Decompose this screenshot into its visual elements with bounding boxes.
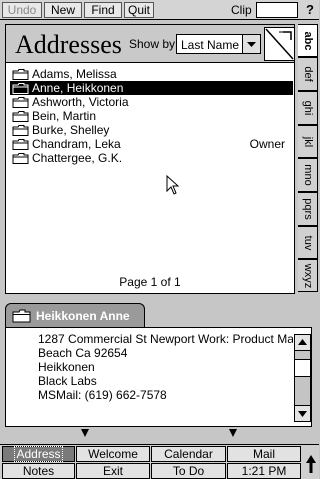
contact-role: Owner xyxy=(249,137,285,151)
welcome-button[interactable]: Welcome xyxy=(76,446,150,462)
alphabet-tabs: abc def ghi jkl mno pqrs tuv wxyz xyxy=(298,24,318,292)
list-item-selected[interactable]: Anne, Heikkonen xyxy=(10,81,293,95)
tab-abc[interactable]: abc xyxy=(298,24,318,57)
page-corner-icon[interactable] xyxy=(264,27,295,61)
toolbar: Undo New Find Quit Clip ? xyxy=(0,0,319,20)
mail-button[interactable]: Mail xyxy=(227,446,301,462)
page-indicator: Page 1 of 1 xyxy=(119,275,181,289)
exit-button[interactable]: Exit xyxy=(76,463,150,479)
folder-icon xyxy=(12,69,29,80)
tab-def[interactable]: def xyxy=(298,57,318,91)
up-arrow-icon[interactable] xyxy=(304,451,318,477)
folder-icon xyxy=(12,139,29,150)
notes-button[interactable]: Notes xyxy=(2,463,75,479)
list-item[interactable]: Bein, Martin xyxy=(10,109,293,123)
list-item[interactable]: Ashworth, Victoria xyxy=(10,95,293,109)
folder-icon xyxy=(12,97,29,108)
tab-ghi[interactable]: ghi xyxy=(298,91,318,125)
quit-button[interactable]: Quit xyxy=(124,2,154,18)
showby-label: Show by: xyxy=(129,37,179,51)
list-item[interactable]: Burke, Shelley xyxy=(10,123,293,137)
pin-marker-icon xyxy=(81,429,89,437)
contact-name: Anne, Heikkonen xyxy=(32,81,124,95)
detail-line-address: 1287 Commercial St Newport Work: Product… xyxy=(38,332,293,346)
address-list-card: Addresses Show by: Last Name Adams, Meli… xyxy=(5,24,295,294)
showby-select[interactable]: Last Name xyxy=(176,34,261,54)
tab-pqrs[interactable]: pqrs xyxy=(298,192,318,226)
detail-line-city: Beach Ca 92654 xyxy=(38,346,128,360)
showby-value: Last Name xyxy=(181,38,240,52)
clip-label: Clip xyxy=(231,3,252,17)
folder-icon xyxy=(12,83,29,94)
find-button[interactable]: Find xyxy=(84,2,122,18)
calendar-button[interactable]: Calendar xyxy=(151,446,226,462)
folder-icon xyxy=(12,111,29,122)
page-title: Addresses xyxy=(15,30,122,59)
todo-button[interactable]: To Do xyxy=(151,463,226,479)
help-button[interactable]: ? xyxy=(302,1,318,19)
pin-marker-icon xyxy=(229,429,237,437)
list-item[interactable]: Chandram, Leka Owner xyxy=(10,137,293,151)
detail-card: 1287 Commercial St Newport Work: Product… xyxy=(5,327,312,427)
list-item[interactable]: Adams, Melissa xyxy=(10,67,293,81)
tab-jkl[interactable]: jkl xyxy=(298,125,318,158)
folder-icon xyxy=(12,125,29,136)
tab-tuv[interactable]: tuv xyxy=(298,226,318,259)
header-strip: Addresses Show by: Last Name xyxy=(6,25,295,63)
contact-name: Chandram, Leka xyxy=(32,137,121,151)
bottom-navigation: Address Welcome Calendar Mail Notes Exit… xyxy=(0,444,319,479)
dropdown-arrow-icon[interactable] xyxy=(242,35,260,53)
contact-name: Chattergee, G.K. xyxy=(32,151,123,165)
vertical-scrollbar[interactable] xyxy=(294,334,311,422)
contact-name: Adams, Melissa xyxy=(32,67,117,81)
tab-wxyz[interactable]: wxyz xyxy=(298,259,318,292)
contact-name: Ashworth, Victoria xyxy=(32,95,129,109)
detail-contact-name: Heikkonen Anne xyxy=(36,309,130,323)
address-button[interactable]: Address xyxy=(2,446,75,462)
scroll-thumb[interactable] xyxy=(295,359,310,377)
contact-name: Burke, Shelley xyxy=(32,123,110,137)
scroll-up-icon[interactable] xyxy=(295,335,310,351)
new-button[interactable]: New xyxy=(44,2,82,18)
undo-button[interactable]: Undo xyxy=(2,2,42,18)
mouse-cursor-icon xyxy=(166,175,180,195)
clock-display: 1:21 PM xyxy=(227,463,301,479)
tab-mno[interactable]: mno xyxy=(298,158,318,192)
list-item[interactable]: Chattergee, G.K. xyxy=(10,151,293,165)
folder-icon xyxy=(12,309,31,323)
detail-line-mail: MSMail: (619) 662-7578 xyxy=(38,388,167,402)
folder-icon xyxy=(12,153,29,164)
detail-line-name: Heikkonen xyxy=(38,360,95,374)
scroll-down-icon[interactable] xyxy=(295,405,310,421)
clip-field[interactable] xyxy=(256,2,298,18)
detail-tab[interactable]: Heikkonen Anne xyxy=(5,303,145,327)
detail-lines: 1287 Commercial St Newport Work: Product… xyxy=(38,332,293,402)
detail-line-company: Black Labs xyxy=(38,374,97,388)
contact-list: Adams, Melissa Anne, Heikkonen Ashworth,… xyxy=(10,67,293,165)
contact-name: Bein, Martin xyxy=(32,109,97,123)
